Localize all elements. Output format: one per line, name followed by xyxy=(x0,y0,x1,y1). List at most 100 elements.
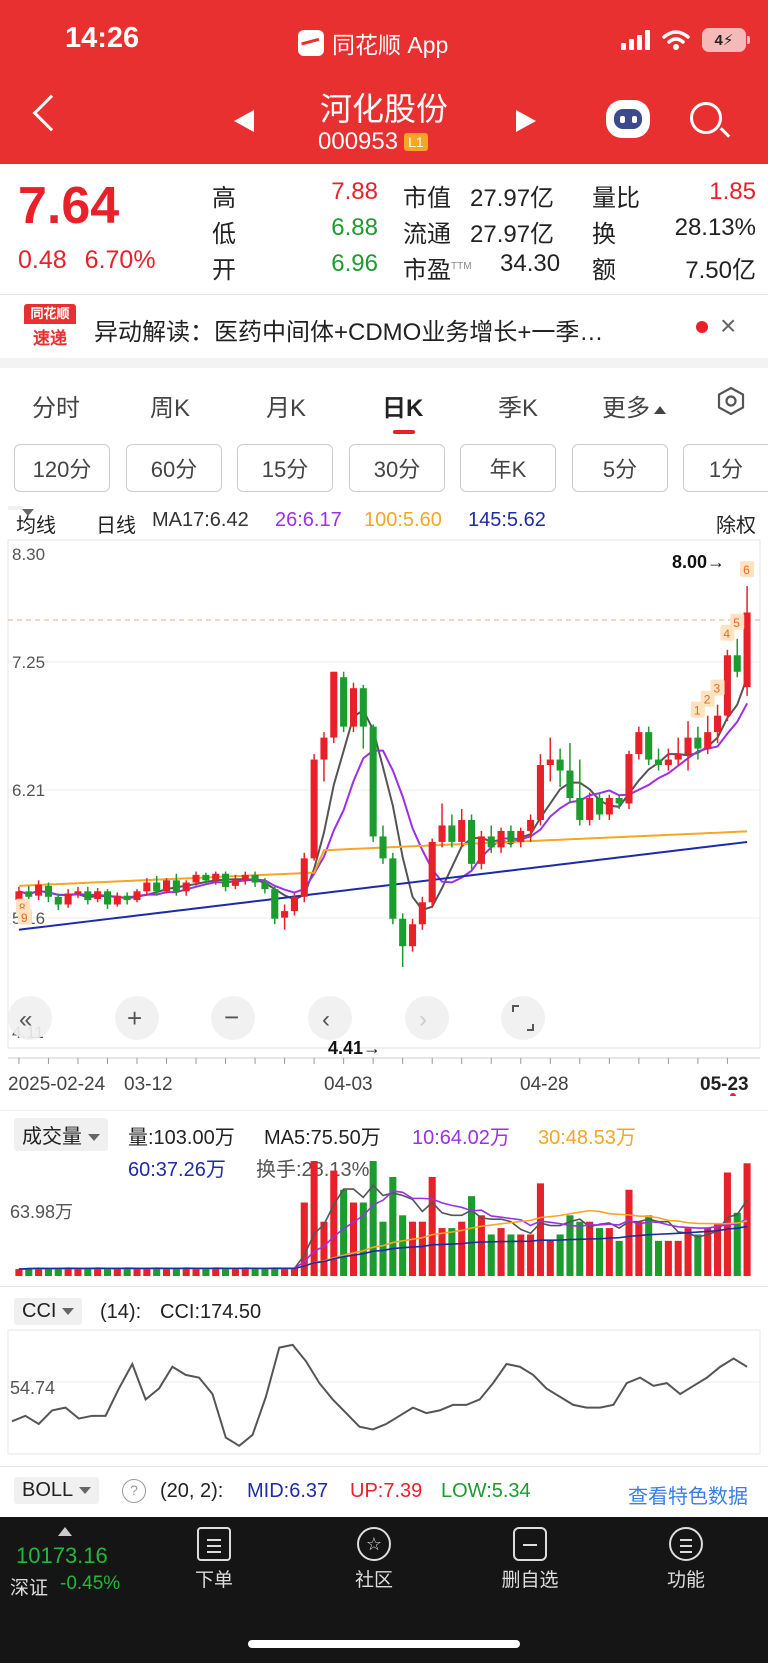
news-text[interactable]: 异动解读：医药中间体+CDMO业务增长+一季… xyxy=(94,312,603,347)
volume-bar xyxy=(438,1228,446,1276)
candle-body xyxy=(320,737,328,760)
nav-community[interactable]: ☆ 社区 xyxy=(324,1527,424,1592)
next-stock-icon[interactable] xyxy=(516,110,536,132)
candle-body xyxy=(54,896,62,905)
candle-body xyxy=(300,858,308,897)
period-year[interactable]: 年K xyxy=(460,444,556,492)
float-value: 27.97亿 xyxy=(470,221,555,248)
candle-body xyxy=(527,819,535,831)
ma17-line xyxy=(18,677,749,912)
volume-chart[interactable]: 63.98万 xyxy=(0,1118,768,1278)
volume-bar xyxy=(605,1228,613,1276)
candle-body xyxy=(143,882,151,892)
status-icons: 4 ⚡ xyxy=(621,28,750,52)
nav-remove-watchlist[interactable]: 删自选 xyxy=(480,1527,580,1592)
news-bar[interactable]: 同花顺 速递 异动解读：医药中间体+CDMO业务增长+一季… xyxy=(0,296,768,358)
candle-body xyxy=(349,688,358,727)
home-indicator xyxy=(248,1640,520,1648)
tab-quarterly[interactable]: 季K xyxy=(498,388,538,423)
battery-level: 4 xyxy=(714,31,723,49)
zoom-out-icon[interactable]: − xyxy=(211,996,255,1040)
expand-up-icon[interactable] xyxy=(58,1527,72,1536)
volume-bar xyxy=(231,1268,239,1276)
candle-body xyxy=(162,880,171,892)
tab-monthly[interactable]: 月K xyxy=(266,388,306,423)
volume-bar xyxy=(251,1269,259,1276)
help-icon[interactable]: ? xyxy=(122,1479,146,1503)
signal-marker-label: 6 xyxy=(743,563,750,577)
collapse-icon[interactable]: « xyxy=(8,996,52,1040)
unread-dot-icon xyxy=(696,321,708,333)
candle-body xyxy=(546,759,554,766)
news-logo-bottom: 速递 xyxy=(33,329,67,348)
candle-body xyxy=(477,836,485,864)
battery-icon: 4 ⚡ xyxy=(702,28,750,52)
feature-data-link[interactable]: 查看特色数据 xyxy=(628,1480,748,1509)
nav-functions[interactable]: 功能 xyxy=(636,1527,736,1592)
candle-body xyxy=(44,885,52,897)
date-label-3: 04-28 xyxy=(520,1074,569,1095)
candle-body xyxy=(556,759,564,771)
candle-body xyxy=(290,896,298,912)
ma-selector[interactable]: 均线 xyxy=(8,506,56,537)
period-5min[interactable]: 5分 xyxy=(572,444,668,492)
period-120min[interactable]: 120分 xyxy=(14,444,110,492)
volume-bar xyxy=(448,1228,456,1276)
adjust-toggle[interactable]: 除权 xyxy=(716,509,756,538)
close-icon[interactable]: × xyxy=(720,310,736,342)
tab-daily[interactable]: 日K xyxy=(382,388,423,423)
community-star-icon: ☆ xyxy=(357,1527,391,1561)
period-30min[interactable]: 30分 xyxy=(349,444,445,492)
volume-bar xyxy=(310,1161,318,1276)
candle-body xyxy=(25,891,33,897)
cci-chart[interactable]: 54.74 xyxy=(0,1290,768,1460)
volume-bar xyxy=(654,1240,663,1276)
fullscreen-icon[interactable] xyxy=(501,996,545,1040)
scroll-left-icon[interactable]: ‹ xyxy=(308,996,352,1040)
period-60min[interactable]: 60分 xyxy=(126,444,222,492)
candle-body xyxy=(84,891,92,901)
volume-bar xyxy=(694,1234,702,1276)
boll-mid: MID:6.37 xyxy=(247,1480,329,1502)
quote-panel: 7.64 0.48 6.70% 高 7.88 低 6.88 开 6.96 市值 … xyxy=(0,164,768,294)
app-logo-icon xyxy=(298,30,324,56)
period-15min[interactable]: 15分 xyxy=(237,444,333,492)
volume-bar xyxy=(172,1268,180,1276)
scroll-right-icon[interactable]: › xyxy=(405,996,449,1040)
candle-body xyxy=(202,874,210,881)
tab-intraday[interactable]: 分时 xyxy=(32,388,80,423)
candle-body xyxy=(507,830,515,842)
volume-bar xyxy=(202,1268,210,1276)
date-axis: 2025-02-24 03-12 04-03 04-28 05-23 xyxy=(8,1057,760,1096)
tab-weekly[interactable]: 周K xyxy=(150,388,190,423)
volume-bar xyxy=(133,1269,141,1276)
stock-code-row: 000953 L1 xyxy=(318,128,428,156)
signal-marker-label: 5 xyxy=(733,616,740,630)
volume-bar xyxy=(536,1183,544,1276)
kline-chart[interactable]: 8.30 7.25 6.21 5.16 4.11 12345689 8.00→ … xyxy=(0,538,768,1062)
candle-body xyxy=(497,830,505,848)
nav-order[interactable]: 下单 xyxy=(164,1527,264,1592)
settings-hexagon-icon[interactable] xyxy=(716,386,746,416)
tab-more[interactable]: 更多 xyxy=(602,388,666,423)
caret-up-icon xyxy=(654,405,666,414)
high-value: 7.88 xyxy=(331,178,378,205)
signal-marker-label: 9 xyxy=(21,911,28,925)
volume-bar xyxy=(103,1269,112,1276)
boll-selector[interactable]: BOLL xyxy=(14,1477,100,1504)
change-percent: 6.70% xyxy=(84,246,156,274)
candle-body xyxy=(123,895,131,901)
robot-assistant-icon[interactable] xyxy=(606,100,650,138)
candle-body xyxy=(133,891,141,901)
volume-bar xyxy=(143,1268,151,1276)
zoom-in-icon[interactable]: + xyxy=(115,996,159,1040)
candle-body xyxy=(536,765,544,820)
volume-bar xyxy=(586,1221,594,1276)
volume-bar xyxy=(674,1240,682,1276)
index-value[interactable]: 10173.16 xyxy=(16,1543,108,1569)
candle-body xyxy=(251,874,259,883)
period-1min[interactable]: 1分 xyxy=(683,444,768,492)
pe-ttm: TTM xyxy=(451,261,472,272)
candle-body xyxy=(113,895,121,905)
search-icon[interactable] xyxy=(690,102,722,134)
